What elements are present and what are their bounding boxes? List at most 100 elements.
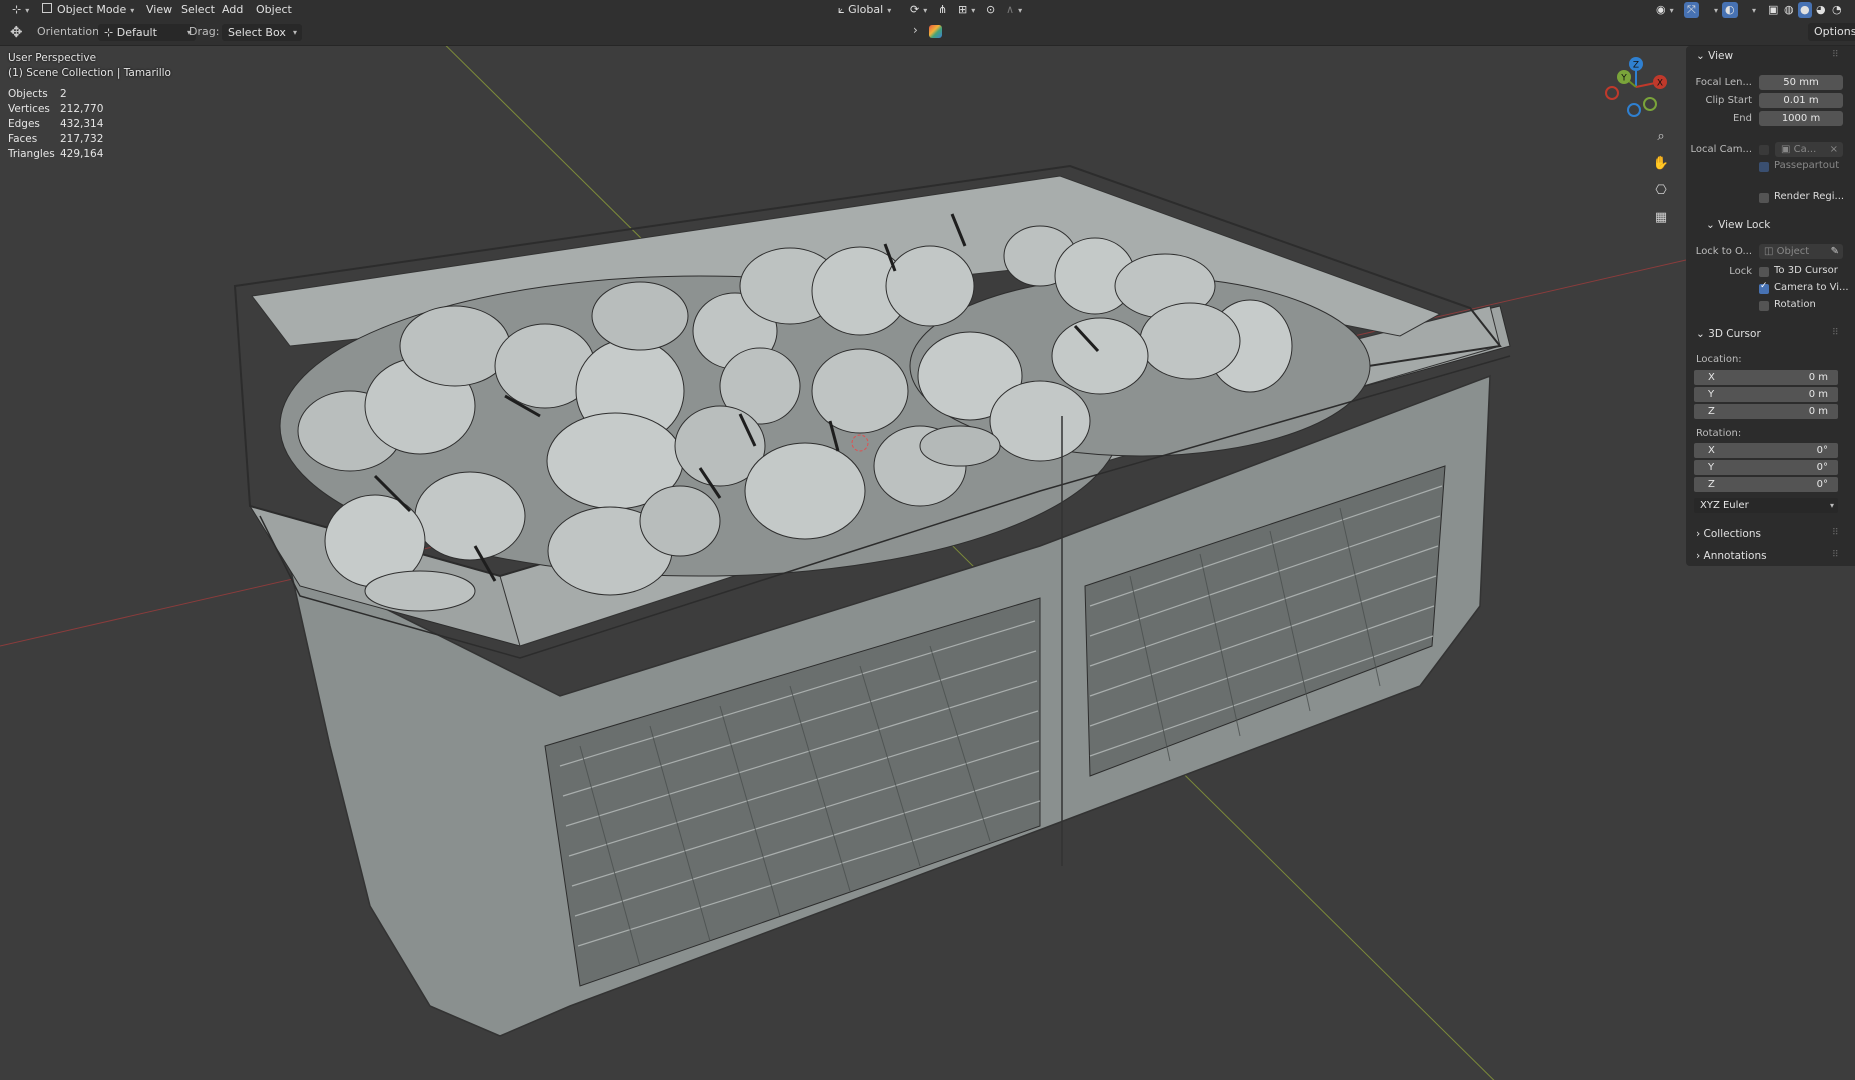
local-camera-label: Local Cam... xyxy=(1690,144,1752,155)
drag-grip-icon[interactable]: ⠿ xyxy=(1832,528,1849,538)
hand-pan-icon[interactable]: ✋ xyxy=(1649,153,1673,175)
tool-settings-bar: ✥ Orientation: ⊹ Default ▾ Drag: Select B… xyxy=(0,20,1855,46)
drag-grip-icon[interactable]: ⠿ xyxy=(1832,328,1849,338)
drag-value: Select Box xyxy=(228,26,286,39)
axis-value: 0° xyxy=(1816,445,1828,456)
navigation-gizmo[interactable]: Z X Y xyxy=(1596,52,1676,122)
axis-label: X xyxy=(1708,372,1715,383)
annotations-section-header[interactable]: › Annotations xyxy=(1696,550,1767,562)
focal-length-field[interactable]: 50 mm xyxy=(1759,75,1843,90)
view-perspective-label: User Perspective xyxy=(8,52,97,64)
editor-type-button[interactable]: ⊹ ▾ xyxy=(6,2,35,18)
axis-value: 0° xyxy=(1816,479,1828,490)
gizmo-z-label: Z xyxy=(1633,61,1639,71)
rendered-sphere-icon: ◔ xyxy=(1832,3,1842,16)
overlays-toggle[interactable]: ◐ xyxy=(1722,2,1738,18)
camera-view-icon[interactable]: ⎔ xyxy=(1649,180,1673,202)
chevron-right-icon: › xyxy=(1696,528,1704,540)
chevron-down-icon: ⌄ xyxy=(1696,328,1709,340)
view-section-header[interactable]: ⌄ View xyxy=(1696,50,1733,62)
stat-label: Vertices xyxy=(8,103,50,115)
cursor-rotation-z[interactable]: Z 0° xyxy=(1694,477,1838,492)
render-region-checkbox[interactable] xyxy=(1759,193,1769,203)
view-lock-subheader[interactable]: ⌄ View Lock xyxy=(1706,219,1770,231)
3d-cursor-title: 3D Cursor xyxy=(1708,328,1761,340)
clip-end-field[interactable]: 1000 m xyxy=(1759,111,1843,126)
passepartout-checkbox[interactable] xyxy=(1759,162,1769,172)
shading-wireframe[interactable]: ◍ xyxy=(1782,2,1796,18)
axis-label: Z xyxy=(1708,479,1715,490)
location-label: Location: xyxy=(1696,354,1742,365)
rotation-mode-dropdown[interactable]: XYZ Euler ▾ xyxy=(1694,498,1838,513)
snap-grid-icon: ⊞ xyxy=(958,3,968,16)
eye-icon: ◉ xyxy=(1656,3,1666,16)
stat-label: Objects xyxy=(8,88,48,100)
asset-shelf-icon[interactable] xyxy=(929,25,942,38)
clip-start-field[interactable]: 0.01 m xyxy=(1759,93,1843,108)
camera-to-view-checkbox[interactable]: ✓ xyxy=(1759,281,1769,294)
lock-object-placeholder: Object xyxy=(1776,246,1810,257)
menu-add[interactable]: Add xyxy=(216,2,249,18)
lock-to-cursor-label: To 3D Cursor xyxy=(1774,265,1838,276)
menu-view[interactable]: View xyxy=(140,2,178,18)
chevron-down-icon: ⌄ xyxy=(1696,50,1709,62)
menu-select[interactable]: Select xyxy=(175,2,221,18)
view-section-title: View xyxy=(1708,50,1734,62)
options-button[interactable]: Options xyxy=(1808,23,1855,41)
collections-title: Collections xyxy=(1703,528,1761,540)
rotation-label: Rotation: xyxy=(1696,428,1742,439)
solid-sphere-icon: ● xyxy=(1800,3,1810,16)
render-region-label: Render Regi... xyxy=(1774,191,1845,202)
falloff-dropdown[interactable]: ∧ ▾ xyxy=(1000,2,1028,18)
gizmo-toggle[interactable]: ⤧ xyxy=(1684,2,1699,18)
eyedropper-icon[interactable]: ✎ xyxy=(1831,244,1839,259)
transform-orientation-label: Global xyxy=(848,3,884,16)
visibility-dropdown[interactable]: ◉ ▾ xyxy=(1650,2,1680,18)
cursor-location-y[interactable]: Y 0 m xyxy=(1694,387,1838,402)
cursor-rotation-y[interactable]: Y 0° xyxy=(1694,460,1838,475)
camera-icon: ▣ xyxy=(1781,144,1794,155)
drag-dropdown[interactable]: Select Box ▾ xyxy=(222,24,302,41)
orientation-dropdown[interactable]: ⊹ Default ▾ xyxy=(98,24,196,41)
chevron-right-icon: › xyxy=(913,23,918,37)
overlays-icon: ◐ xyxy=(1725,3,1735,16)
rotation-mode-value: XYZ Euler xyxy=(1700,500,1749,511)
local-camera-checkbox[interactable] xyxy=(1759,145,1769,155)
menu-object[interactable]: Object xyxy=(250,2,298,18)
drag-grip-icon[interactable]: ⠿ xyxy=(1832,550,1849,560)
passepartout-label: Passepartout xyxy=(1774,160,1840,171)
transform-tool-icon[interactable]: ✥ xyxy=(10,23,23,41)
lock-rotation-checkbox[interactable] xyxy=(1759,301,1769,311)
transform-orientation-dropdown[interactable]: ⟀ Global ▾ xyxy=(832,2,897,18)
gizmo-dropdown[interactable]: ▾ xyxy=(1704,2,1724,18)
3d-viewport[interactable]: User Perspective (1) Scene Collection | … xyxy=(0,46,1855,1080)
cursor-rotation-x[interactable]: X 0° xyxy=(1694,443,1838,458)
collections-section-header[interactable]: › Collections xyxy=(1696,528,1761,540)
shading-material[interactable]: ◕ xyxy=(1814,2,1828,18)
drag-grip-icon[interactable]: ⠿ xyxy=(1832,50,1849,60)
lock-object-field[interactable]: ◫ Object ✎ xyxy=(1759,244,1843,259)
shading-solid[interactable]: ● xyxy=(1798,2,1812,18)
pivot-icon: ⟳ xyxy=(910,3,920,16)
cursor-location-z[interactable]: Z 0 m xyxy=(1694,404,1838,419)
editor-type-icon: ⊹ xyxy=(12,3,22,16)
pivot-point-button[interactable]: ⟳ ▾ xyxy=(904,2,933,18)
shading-rendered[interactable]: ◔ xyxy=(1830,2,1844,18)
mode-dropdown[interactable]: Object Mode ▾ xyxy=(36,2,140,18)
proportional-edit-toggle[interactable]: ⊙ xyxy=(980,2,1001,18)
grid-perspective-icon[interactable]: ▦ xyxy=(1649,207,1673,229)
snap-target-dropdown[interactable]: ⊞ ▾ xyxy=(952,2,981,18)
3d-cursor-section-header[interactable]: ⌄ 3D Cursor xyxy=(1696,328,1761,340)
lock-to-object-label: Lock to O... xyxy=(1695,246,1752,257)
viewport-scene xyxy=(0,46,1687,1080)
zoom-icon[interactable]: ⌕ xyxy=(1649,126,1673,148)
cursor-location-x[interactable]: X 0 m xyxy=(1694,370,1838,385)
lock-to-cursor-checkbox[interactable] xyxy=(1759,267,1769,277)
overlays-dropdown[interactable]: ▾ xyxy=(1742,2,1762,18)
check-icon: ✓ xyxy=(1760,281,1768,291)
local-camera-field[interactable]: ▣ Ca... × xyxy=(1775,142,1843,157)
viewport-header: ⊹ ▾ Object Mode ▾ View Select Add Object ⟀… xyxy=(0,0,1855,20)
snap-toggle[interactable]: ⋔ xyxy=(932,2,953,18)
wireframe-sphere-icon: ◍ xyxy=(1784,3,1794,16)
stat-label: Faces xyxy=(8,133,38,145)
